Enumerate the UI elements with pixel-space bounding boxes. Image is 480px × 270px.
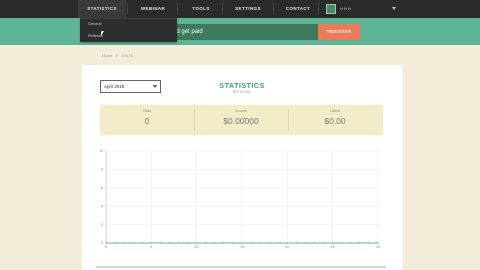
stat-visits-value: 0 [144, 116, 150, 126]
chart-x-tick-label: 0 [105, 245, 107, 249]
nav-divider [222, 3, 223, 15]
chart-data-point [241, 242, 243, 244]
stat-income: Income $0.00000 [194, 105, 288, 135]
nav-webinar[interactable]: WEBINAR [133, 0, 173, 18]
stat-visits-label: Visits [142, 109, 152, 113]
breadcrumb: Home / STATS [102, 54, 133, 58]
stat-latest: Latest $0.00 [288, 105, 382, 135]
chart-data-point [177, 242, 180, 244]
chart-data-point [214, 242, 216, 244]
stat-latest-label: Latest [330, 109, 340, 113]
chart-x-tick-label: 25 [331, 245, 335, 249]
chart-y-tick-label: 0 [101, 241, 103, 245]
chart-x-tick-label: 5 [150, 245, 152, 249]
chart-data-point [277, 242, 279, 244]
chart-data-point [377, 242, 379, 244]
referral-line-chart: 0 2 4 6 8 10 0 5 10 15 20 25 30 [82, 145, 403, 255]
chart-data-point [150, 242, 152, 244]
page-title: STATISTICS [219, 81, 265, 90]
statistics-dropdown-menu: General Refferals [80, 18, 177, 42]
chart-x-tick-label: 10 [195, 245, 199, 249]
chart-data-point [168, 242, 171, 244]
chart-y-tick-label: 4 [101, 204, 103, 208]
nav-divider [177, 3, 178, 15]
chevron-down-icon [392, 7, 396, 10]
promo-banner: nd get paid REGISTER [0, 18, 480, 45]
chart-data-point [341, 242, 343, 244]
banner-message-bar: nd get paid [170, 24, 318, 40]
chart-y-tick-label: 8 [101, 168, 103, 172]
chart-data-point [105, 242, 107, 244]
nav-tools[interactable]: TOOLS [186, 0, 216, 18]
chart-data-point [359, 242, 361, 244]
statistics-card: April 2016 STATISTICS REFERRAL Visits 0 … [82, 65, 403, 270]
chart-data-point [368, 242, 370, 244]
nav-divider [318, 3, 319, 15]
chart-x-tick-label: 30 [376, 245, 380, 249]
chart-data-point [268, 242, 270, 244]
top-navigation-bar: STATISTICS WEBINAR TOOLS SETTINGS CONTAC… [0, 0, 480, 18]
chart-canvas: 0 2 4 6 8 10 0 5 10 15 20 25 30 [99, 149, 380, 249]
menu-item-general[interactable]: General [88, 22, 102, 26]
register-button[interactable]: REGISTER [318, 24, 360, 40]
stat-income-value: $0.00000 [223, 116, 259, 126]
chevron-down-icon [153, 85, 157, 88]
user-name: H H H [340, 6, 351, 11]
chart-data-point [223, 242, 225, 244]
chart-data-point [304, 242, 307, 244]
chart-y-tick-label: 10 [99, 149, 103, 153]
stats-summary: Visits 0 Income $0.00000 Latest $0.00 [100, 105, 383, 135]
user-menu[interactable]: H H H [322, 0, 400, 18]
breadcrumb-home[interactable]: Home [102, 54, 112, 58]
month-select[interactable]: April 2016 [100, 80, 161, 93]
chart-data-point [323, 242, 325, 244]
chart-data-point [205, 242, 207, 244]
page-subtitle: REFERRAL [232, 90, 252, 94]
avatar [326, 4, 336, 14]
chart-y-tick-label: 6 [101, 186, 103, 190]
chart-data-point [187, 242, 189, 244]
banner-text: nd get paid [173, 29, 203, 35]
breadcrumb-current: STATS [121, 54, 133, 58]
chart-data-point [259, 242, 261, 244]
month-select-value: April 2016 [104, 84, 125, 89]
footer-divider [96, 266, 386, 268]
chart-data-point [141, 242, 143, 244]
nav-settings[interactable]: SETTINGS [230, 0, 266, 18]
mouse-cursor-icon [101, 31, 106, 36]
nav-contact[interactable]: CONTACT [282, 0, 314, 18]
stat-latest-value: $0.00 [324, 116, 346, 126]
chart-data-point [350, 242, 352, 244]
chart-x-tick-label: 15 [240, 245, 244, 249]
nav-divider [273, 3, 274, 15]
chart-data-point [332, 242, 334, 244]
chart-data-point [313, 242, 316, 244]
chart-data-point [232, 242, 234, 244]
nav-divider [127, 3, 128, 15]
stat-visits: Visits 0 [100, 105, 194, 135]
chart-x-tick-label: 20 [285, 245, 289, 249]
chart-data-point [295, 242, 297, 244]
chart-data-point [196, 242, 198, 244]
stat-income-label: Income [235, 109, 247, 113]
chart-data-point [114, 242, 116, 244]
breadcrumb-separator: / [116, 54, 118, 58]
chart-data-point [159, 242, 161, 244]
chart-data-point [286, 242, 288, 244]
chart-data-point [250, 242, 252, 244]
chart-data-point [132, 242, 134, 244]
chart-data-point [123, 242, 125, 244]
nav-statistics[interactable]: STATISTICS [78, 0, 126, 18]
chart-y-tick-label: 2 [101, 223, 103, 227]
